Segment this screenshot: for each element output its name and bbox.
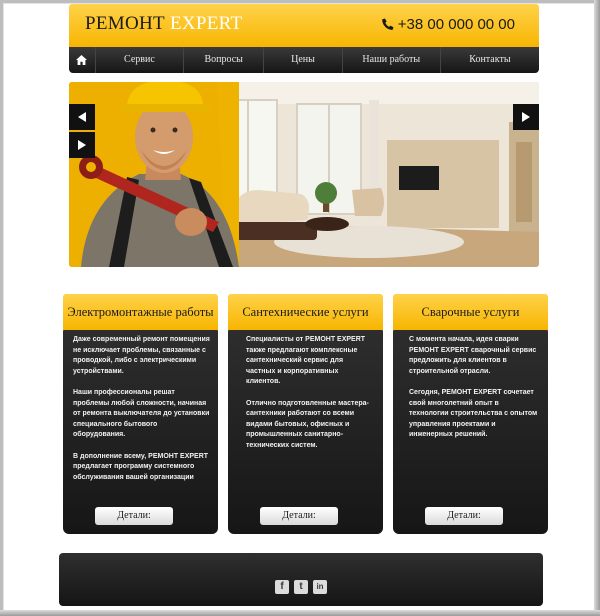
home-icon [76, 55, 88, 65]
hero-image [69, 82, 539, 267]
details-button[interactable]: Детали: [260, 507, 338, 525]
frame-shadow-bottom [0, 610, 600, 616]
service-card-text: Специалисты от РЕМОНТ EXPERT также предл… [246, 335, 374, 462]
service-card-welding: С момента начала, идея сварки РЕМОНТ EXP… [393, 294, 548, 534]
slider-next-button[interactable] [513, 104, 539, 130]
service-paragraph: Наши профессионалы решат проблемы любой … [73, 388, 210, 439]
service-card-body: С момента начала, идея сварки РЕМОНТ EXP… [393, 326, 548, 534]
logo-text-part2: EXPERT [169, 13, 243, 34]
frame-shadow-right [594, 0, 600, 616]
arrow-right-icon [522, 112, 530, 122]
service-card-plumbing: Специалисты от РЕМОНТ EXPERT также предл… [228, 294, 383, 534]
service-paragraph: В дополнение всему, РЕМОНТ EXPERT предла… [73, 452, 209, 481]
service-card-title: Сварочные услуги [393, 294, 548, 330]
footer: f t in [59, 553, 543, 606]
service-card-body: Даже современный ремонт помещения не иск… [63, 326, 218, 534]
main-nav: Сервис Вопросы Цены Наши работы Контакты [69, 47, 539, 73]
nav-item-service[interactable]: Сервис [96, 47, 185, 73]
service-paragraph: Специалисты от РЕМОНТ EXPERT также предл… [246, 336, 366, 386]
nav-item-works[interactable]: Наши работы [343, 47, 441, 73]
service-card-title: Сантехнические услуги [228, 294, 383, 330]
service-paragraph: Даже современный ремонт помещения не иск… [73, 336, 210, 375]
home-button[interactable] [69, 47, 96, 73]
service-card-body: Специалисты от РЕМОНТ EXPERT также предл… [228, 326, 383, 534]
service-paragraph: Отлично подготовленные мастера-сантехник… [246, 399, 369, 449]
header-bar: РЕМОНТ EXPERT +38 00 000 00 00 [69, 4, 539, 48]
logo-text-part1: РЕМОНТ [85, 13, 165, 34]
nav-item-contacts[interactable]: Контакты [441, 47, 539, 73]
slider-prev-button-2[interactable] [69, 132, 95, 158]
arrow-left-icon [78, 112, 86, 122]
details-button[interactable]: Детали: [425, 507, 503, 525]
nav-item-questions[interactable]: Вопросы [184, 47, 265, 73]
service-card-text: Даже современный ремонт помещения не иск… [73, 335, 211, 494]
hero-slider [69, 82, 539, 267]
service-card-electrical: Даже современный ремонт помещения не иск… [63, 294, 218, 534]
linkedin-icon[interactable]: in [313, 580, 327, 594]
twitter-icon[interactable]: t [294, 580, 308, 594]
service-card-text: С момента начала, идея сварки РЕМОНТ EXP… [409, 335, 539, 452]
facebook-icon[interactable]: f [275, 580, 289, 594]
phone-number: +38 00 000 00 00 [381, 16, 515, 33]
site-logo[interactable]: РЕМОНТ EXPERT [85, 13, 242, 35]
arrow-right-icon [78, 140, 86, 150]
nav-item-prices[interactable]: Цены [264, 47, 343, 73]
phone-text: +38 00 000 00 00 [397, 16, 515, 33]
details-button[interactable]: Детали: [95, 507, 173, 525]
slider-prev-button[interactable] [69, 104, 95, 130]
service-card-title: Электромонтажные работы [63, 294, 218, 330]
service-paragraph: Сегодня, РЕМОНТ EXPERT сочетает свой мно… [409, 388, 538, 439]
phone-icon [381, 18, 394, 30]
service-paragraph: С момента начала, идея сварки РЕМОНТ EXP… [409, 336, 537, 375]
